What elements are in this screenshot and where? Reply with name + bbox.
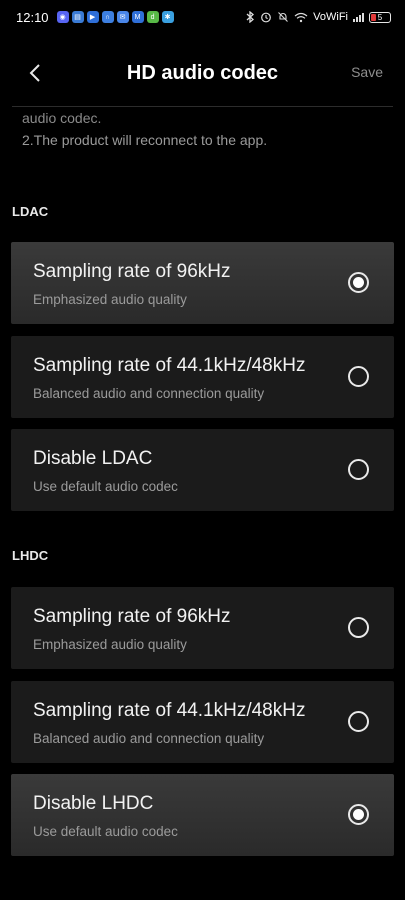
bluetooth-icon (246, 11, 255, 23)
option-title: Sampling rate of 44.1kHz/48kHz (33, 355, 306, 376)
chevron-left-icon (29, 64, 40, 82)
option-ldac-96khz[interactable]: Sampling rate of 96kHz Emphasized audio … (11, 242, 394, 324)
mail-icon: M (131, 11, 144, 23)
headphones-icon: ∩ (101, 11, 114, 23)
radio-button-selected[interactable] (348, 272, 369, 293)
option-disable-ldac[interactable]: Disable LDAC Use default audio codec (11, 429, 394, 511)
youtube-icon: ▶ (86, 11, 99, 23)
status-bar: 12:10 ◉ ▤ ▶ ∩ ✉ M d ✱ VoWiFi 5 (0, 0, 405, 34)
network-label: VoWiFi (313, 11, 348, 23)
page-title: HD audio codec (126, 61, 279, 84)
option-subtitle: Emphasized audio quality (33, 292, 187, 307)
signal-icon (353, 12, 364, 22)
radio-button[interactable] (348, 617, 369, 638)
status-time: 12:10 (16, 9, 49, 25)
header: HD audio codec Save (0, 46, 405, 100)
option-title: Sampling rate of 44.1kHz/48kHz (33, 700, 306, 721)
duo-icon: d (146, 11, 159, 23)
option-subtitle: Balanced audio and connection quality (33, 731, 265, 746)
calendar-icon: ▤ (71, 11, 84, 23)
section-title-lhdc: LHDC (12, 548, 49, 563)
radio-button-selected[interactable] (348, 804, 369, 825)
option-subtitle: Emphasized audio quality (33, 637, 187, 652)
radio-button[interactable] (348, 711, 369, 732)
app-icon: ✱ (161, 11, 174, 23)
option-lhdc-96khz[interactable]: Sampling rate of 96kHz Emphasized audio … (11, 587, 394, 669)
status-icons: VoWiFi 5 (246, 11, 391, 23)
option-lhdc-44khz[interactable]: Sampling rate of 44.1kHz/48kHz Balanced … (11, 681, 394, 763)
save-button[interactable]: Save (351, 64, 383, 80)
battery-level: 5 (377, 12, 383, 22)
screen: 12:10 ◉ ▤ ▶ ∩ ✉ M d ✱ VoWiFi 5 HD audio … (0, 0, 405, 900)
option-disable-lhdc[interactable]: Disable LHDC Use default audio codec (11, 774, 394, 856)
alarm-icon (261, 12, 272, 23)
option-title: Sampling rate of 96kHz (33, 261, 231, 282)
radio-button[interactable] (348, 459, 369, 480)
note-line-1: audio codec. (22, 110, 102, 126)
section-title-ldac: LDAC (12, 204, 49, 219)
notification-icons: ◉ ▤ ▶ ∩ ✉ M d ✱ (56, 11, 174, 23)
discord-icon: ◉ (56, 11, 69, 23)
messages-icon: ✉ (116, 11, 129, 23)
option-title: Sampling rate of 96kHz (33, 606, 231, 627)
wifi-icon (294, 12, 308, 22)
option-title: Disable LDAC (33, 448, 153, 469)
radio-button[interactable] (348, 366, 369, 387)
mute-icon (278, 12, 289, 22)
note-line-2: 2.The product will reconnect to the app. (22, 132, 268, 148)
battery-icon: 5 (369, 11, 391, 23)
option-subtitle: Balanced audio and connection quality (33, 386, 265, 401)
back-button[interactable] (22, 60, 48, 86)
option-title: Disable LHDC (33, 793, 154, 814)
option-subtitle: Use default audio codec (33, 479, 178, 494)
notes: audio codec. 2.The product will reconnec… (22, 103, 382, 155)
option-ldac-44khz[interactable]: Sampling rate of 44.1kHz/48kHz Balanced … (11, 336, 394, 418)
option-subtitle: Use default audio codec (33, 824, 178, 839)
